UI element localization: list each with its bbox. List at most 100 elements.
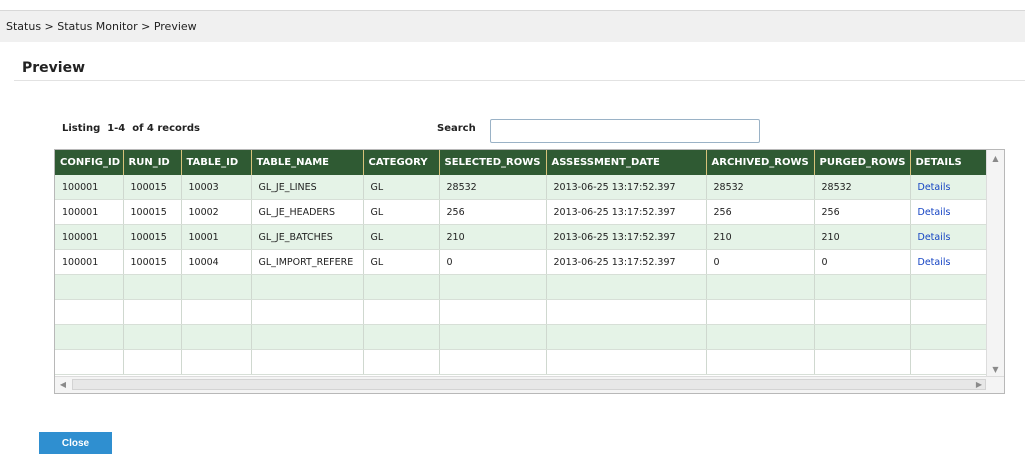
horizontal-scrollbar[interactable]: ◀ ▶ [55, 376, 1004, 393]
column-header-assessment-date[interactable]: ASSESSMENT_DATE [546, 150, 707, 175]
horizontal-scroll-thumb[interactable] [72, 379, 986, 390]
scroll-left-arrow-icon[interactable]: ◀ [55, 377, 71, 393]
cell-config-id: 100001 [55, 199, 124, 225]
column-header-table-id[interactable]: TABLE_ID [181, 150, 252, 175]
table-row[interactable]: 100001 100015 10002 GL_JE_HEADERS GL 256… [55, 199, 1004, 225]
empty-cell [546, 274, 707, 300]
cell-selected-rows: 28532 [439, 175, 547, 200]
cell-table-name: GL_IMPORT_REFERE [251, 249, 364, 275]
empty-cell [814, 349, 911, 375]
column-header-config-id[interactable]: CONFIG_ID [55, 150, 124, 175]
empty-cell [439, 349, 547, 375]
table-row-empty [55, 299, 1004, 325]
empty-cell [181, 324, 252, 350]
cell-archived-rows: 210 [706, 224, 815, 250]
table-row-empty [55, 324, 1004, 350]
cell-assessment-date: 2013-06-25 13:17:52.397 [546, 224, 707, 250]
page-title: Preview [22, 60, 86, 76]
cell-category: GL [363, 224, 440, 250]
breadcrumb: Status > Status Monitor > Preview [0, 10, 1025, 42]
cell-category: GL [363, 199, 440, 225]
empty-cell [55, 299, 124, 325]
cell-table-id: 10002 [181, 199, 252, 225]
cell-purged-rows: 0 [814, 249, 911, 275]
cell-run-id: 100015 [123, 249, 182, 275]
column-header-purged-rows[interactable]: PURGED_ROWS [814, 150, 911, 175]
table-row[interactable]: 100001 100015 10001 GL_JE_BATCHES GL 210… [55, 224, 1004, 250]
cell-purged-rows: 256 [814, 199, 911, 225]
empty-cell [251, 299, 364, 325]
empty-cell [363, 274, 440, 300]
cell-table-name: GL_JE_LINES [251, 175, 364, 200]
empty-cell [123, 324, 182, 350]
empty-cell [123, 299, 182, 325]
empty-cell [55, 324, 124, 350]
cell-purged-rows: 210 [814, 224, 911, 250]
empty-cell [55, 274, 124, 300]
listing-count: Listing 1-4 of 4 records [62, 123, 200, 134]
cell-run-id: 100015 [123, 175, 182, 200]
empty-cell [706, 274, 815, 300]
empty-cell [251, 349, 364, 375]
cell-archived-rows: 256 [706, 199, 815, 225]
empty-cell [439, 324, 547, 350]
cell-assessment-date: 2013-06-25 13:17:52.397 [546, 175, 707, 200]
cell-table-id: 10001 [181, 224, 252, 250]
empty-cell [363, 324, 440, 350]
empty-cell [363, 299, 440, 325]
cell-table-id: 10004 [181, 249, 252, 275]
cell-archived-rows: 28532 [706, 175, 815, 200]
cell-assessment-date: 2013-06-25 13:17:52.397 [546, 199, 707, 225]
cell-selected-rows: 210 [439, 224, 547, 250]
empty-cell [181, 349, 252, 375]
cell-run-id: 100015 [123, 224, 182, 250]
cell-archived-rows: 0 [706, 249, 815, 275]
cell-config-id: 100001 [55, 224, 124, 250]
cell-selected-rows: 0 [439, 249, 547, 275]
empty-cell [814, 324, 911, 350]
scroll-up-arrow-icon[interactable]: ▲ [987, 150, 1004, 167]
empty-cell [181, 299, 252, 325]
cell-table-id: 10003 [181, 175, 252, 200]
empty-cell [123, 274, 182, 300]
empty-cell [251, 274, 364, 300]
column-header-selected-rows[interactable]: SELECTED_ROWS [439, 150, 547, 175]
table-header-row: CONFIG_ID RUN_ID TABLE_ID TABLE_NAME CAT… [55, 150, 1004, 175]
cell-category: GL [363, 175, 440, 200]
column-header-archived-rows[interactable]: ARCHIVED_ROWS [706, 150, 815, 175]
search-input[interactable] [490, 119, 760, 143]
cell-assessment-date: 2013-06-25 13:17:52.397 [546, 249, 707, 275]
empty-cell [546, 299, 707, 325]
column-header-run-id[interactable]: RUN_ID [123, 150, 182, 175]
cell-config-id: 100001 [55, 175, 124, 200]
close-button[interactable]: Close [39, 432, 112, 454]
table-row-empty [55, 349, 1004, 375]
cell-table-name: GL_JE_BATCHES [251, 224, 364, 250]
scroll-right-arrow-icon[interactable]: ▶ [971, 377, 987, 393]
empty-cell [814, 274, 911, 300]
empty-cell [251, 324, 364, 350]
empty-cell [814, 299, 911, 325]
cell-selected-rows: 256 [439, 199, 547, 225]
column-header-table-name[interactable]: TABLE_NAME [251, 150, 364, 175]
empty-cell [181, 274, 252, 300]
vertical-scrollbar[interactable]: ▲ ▼ [986, 150, 1004, 378]
empty-cell [439, 299, 547, 325]
empty-cell [439, 274, 547, 300]
cell-config-id: 100001 [55, 249, 124, 275]
table-row[interactable]: 100001 100015 10003 GL_JE_LINES GL 28532… [55, 175, 1004, 200]
search-label: Search [437, 123, 476, 134]
column-header-category[interactable]: CATEGORY [363, 150, 440, 175]
cell-table-name: GL_JE_HEADERS [251, 199, 364, 225]
preview-table: CONFIG_ID RUN_ID TABLE_ID TABLE_NAME CAT… [55, 150, 1004, 375]
empty-cell [546, 324, 707, 350]
table-row[interactable]: 100001 100015 10004 GL_IMPORT_REFERE GL … [55, 249, 1004, 275]
empty-cell [123, 349, 182, 375]
cell-purged-rows: 28532 [814, 175, 911, 200]
empty-cell [363, 349, 440, 375]
preview-grid: CONFIG_ID RUN_ID TABLE_ID TABLE_NAME CAT… [54, 149, 1005, 394]
empty-cell [706, 299, 815, 325]
cell-run-id: 100015 [123, 199, 182, 225]
cell-category: GL [363, 249, 440, 275]
empty-cell [55, 349, 124, 375]
